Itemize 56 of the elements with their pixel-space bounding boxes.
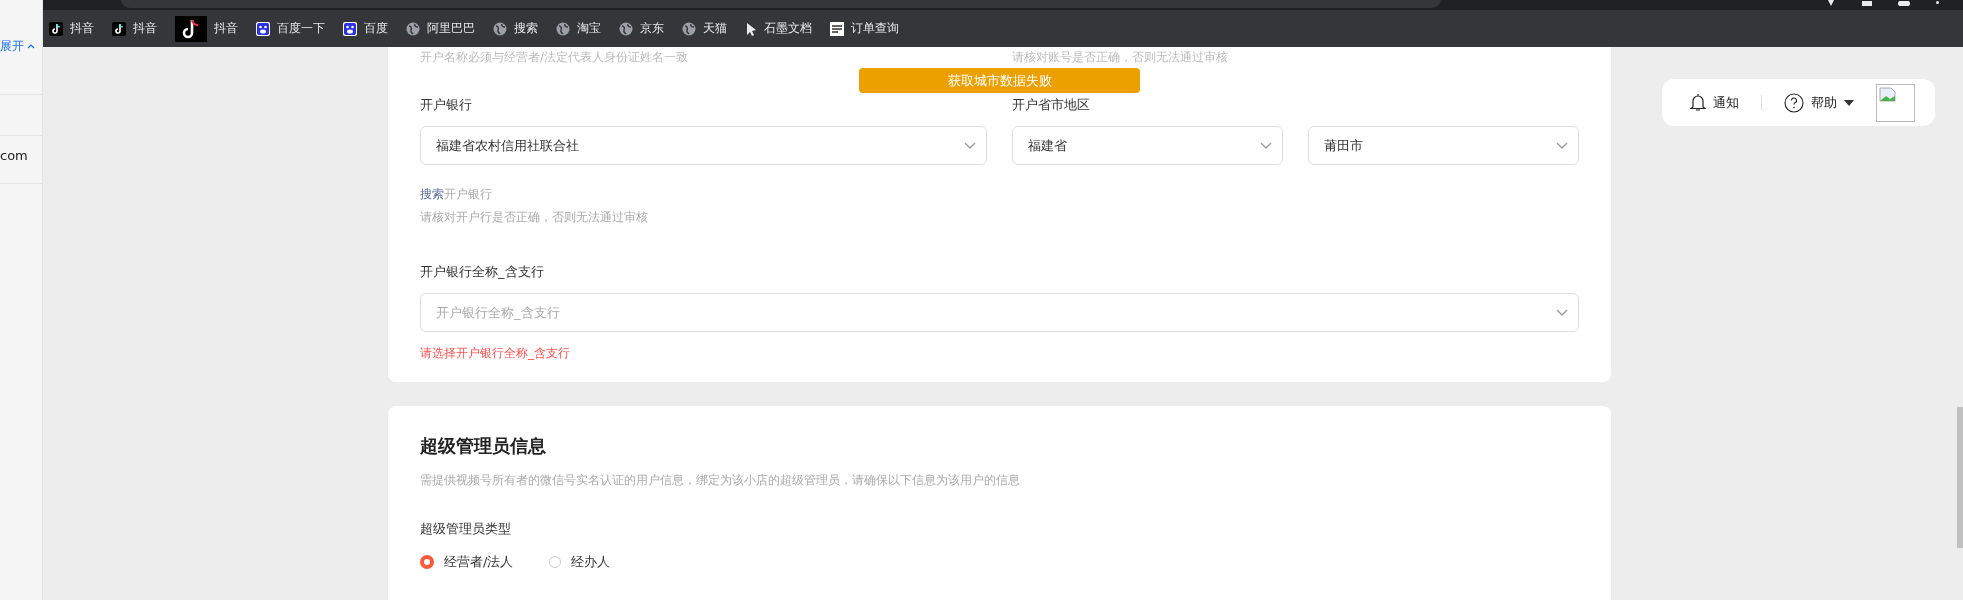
radio-label: 经营者/法人 [444, 553, 514, 571]
help-icon [1784, 92, 1804, 113]
search-hint: 搜索开户银行 [420, 186, 493, 203]
sidebar-text: com [0, 148, 28, 163]
bell-icon [1690, 93, 1706, 112]
search-link[interactable]: 搜索 [420, 187, 444, 201]
caret-down-icon [1844, 99, 1854, 106]
bookmark[interactable]: 京东 [617, 20, 666, 37]
province-select[interactable]: 福建省 [1012, 126, 1283, 165]
radio-label: 经办人 [571, 553, 611, 571]
city-select[interactable]: 莆田市 [1308, 126, 1579, 165]
chevron-down-icon [964, 141, 976, 150]
expand-link[interactable]: 展开 [0, 37, 24, 55]
broken-image-icon [1876, 83, 1915, 122]
field-label: 超级管理员类型 [420, 520, 512, 538]
bookmark[interactable]: 抖音 [110, 20, 159, 37]
radio-button[interactable] [420, 555, 434, 569]
globe-icon [619, 21, 633, 36]
globe-icon [556, 21, 570, 36]
globe-icon [682, 21, 696, 36]
music-note-icon [49, 21, 63, 36]
globe-icon [493, 21, 507, 36]
bookmark[interactable]: 搜索 [491, 20, 540, 37]
field-label: 开户省市地区 [1012, 96, 1091, 114]
paw-icon [343, 21, 357, 36]
toast: 获取城市数据失败 [859, 68, 1140, 93]
field-label: 开户银行全称_含支行 [420, 263, 545, 281]
error-text: 请选择开户银行全称_含支行 [420, 345, 571, 362]
caret-up-icon [27, 43, 35, 49]
help-button[interactable]: 帮助 [1784, 92, 1854, 113]
bookmark[interactable]: 石墨文档 [743, 20, 814, 37]
chevron-down-icon [1260, 141, 1272, 150]
hint-text: 请核对开户行是否正确，否则无法通过审核 [420, 209, 649, 226]
bookmark[interactable]: 抖音 [173, 15, 240, 42]
chevron-down-icon [1556, 308, 1568, 317]
bookmark[interactable]: 阿里巴巴 [404, 20, 477, 37]
notify-button[interactable]: 通知 [1690, 93, 1739, 112]
globe-icon [406, 21, 420, 36]
bookmark[interactable]: 抖音 [47, 20, 96, 37]
section-title: 超级管理员信息 [420, 434, 547, 458]
chevron-down-icon [1556, 141, 1568, 150]
bank-select[interactable]: 福建省农村信用社联合社 [420, 126, 987, 165]
bookmark[interactable]: 淘宝 [554, 20, 603, 37]
section-description: 需提供视频号所有者的微信号实名认证的用户信息，绑定为该小店的超级管理员，请确保以下信息为该用户的信息 [420, 472, 1021, 489]
paw-icon [256, 21, 270, 36]
music-note-icon [112, 21, 126, 36]
note-text: 请核对账号是否正确，否则无法通过审核 [1012, 49, 1228, 66]
cursor-icon [745, 21, 757, 36]
music-note-icon [175, 15, 207, 42]
bookmark[interactable]: 百度 [341, 20, 390, 37]
document-icon [830, 21, 844, 36]
bookmark[interactable]: 百度一下 [254, 20, 327, 37]
field-label: 开户银行 [420, 96, 473, 114]
scrollbar[interactable] [1957, 407, 1963, 548]
bookmark[interactable]: 天猫 [680, 20, 729, 37]
bookmark[interactable]: 订单查询 [828, 20, 901, 37]
